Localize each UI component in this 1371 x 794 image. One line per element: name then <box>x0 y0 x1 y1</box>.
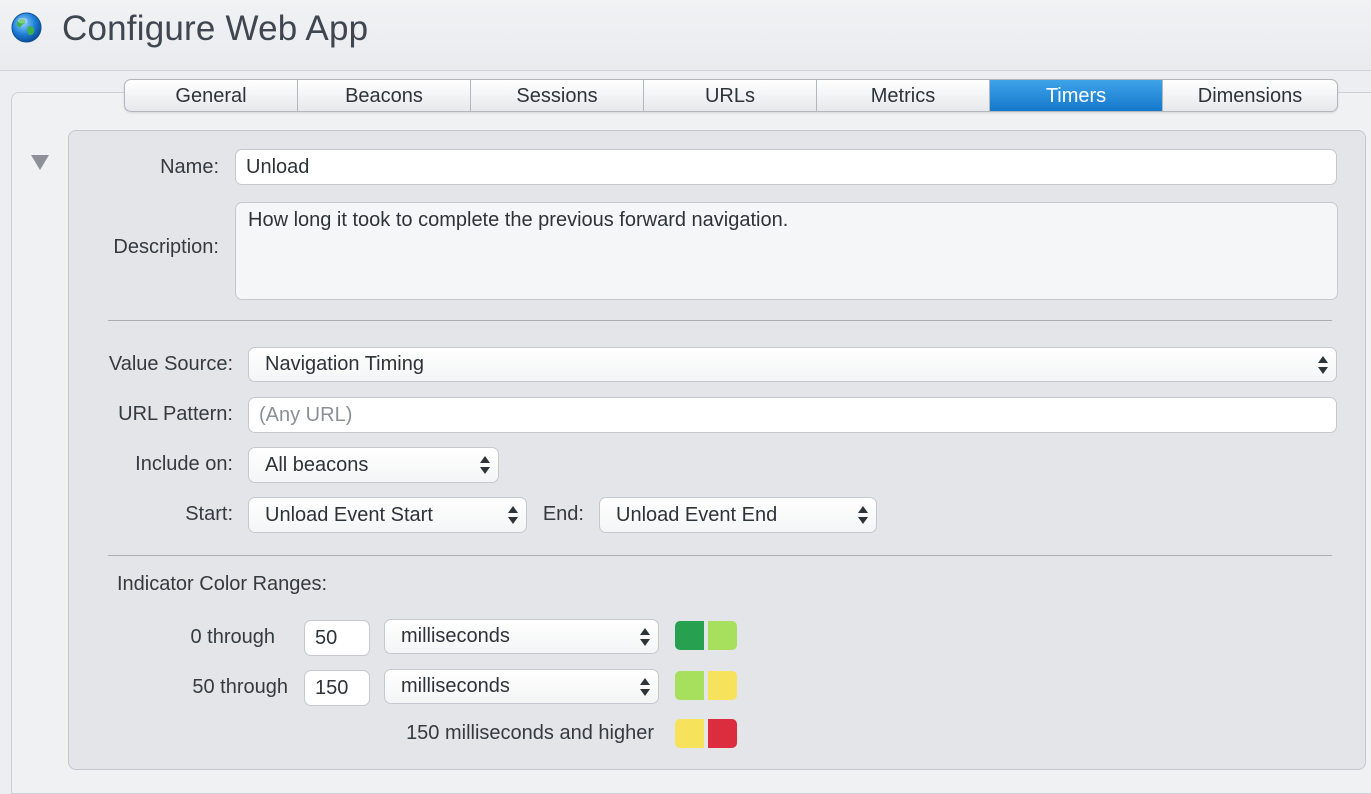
url-pattern-label: URL Pattern: <box>118 403 233 425</box>
range-2-color-low-swatch[interactable] <box>675 671 704 700</box>
start-value: Unload Event Start <box>265 504 433 526</box>
select-arrows-icon <box>508 505 518 525</box>
tab-sessions[interactable]: Sessions <box>471 80 644 111</box>
tab-general[interactable]: General <box>125 80 298 111</box>
range-1-value-input[interactable]: 50 <box>304 620 370 656</box>
title-bar: Configure Web App <box>0 0 1371 71</box>
page-title: Configure Web App <box>62 9 369 48</box>
tab-beacons[interactable]: Beacons <box>298 80 471 111</box>
end-value: Unload Event End <box>616 504 778 526</box>
value-source-select[interactable]: Navigation Timing <box>248 347 1337 382</box>
tab-urls[interactable]: URLs <box>644 80 817 111</box>
select-arrows-icon <box>640 627 650 647</box>
select-arrows-icon <box>858 505 868 525</box>
tab-dimensions[interactable]: Dimensions <box>1163 80 1337 111</box>
divider <box>108 555 1332 556</box>
tab-bar: General Beacons Sessions URLs Metrics Ti… <box>124 79 1338 112</box>
value-source-value: Navigation Timing <box>265 353 424 375</box>
tab-timers[interactable]: Timers <box>990 80 1163 111</box>
end-label: End: <box>542 503 584 525</box>
collapse-triangle-icon[interactable] <box>31 155 49 170</box>
range-1-prefix: 0 through <box>190 626 275 648</box>
globe-icon <box>11 12 42 43</box>
range-1-color-low-swatch[interactable] <box>675 621 704 650</box>
name-label: Name: <box>160 156 219 178</box>
include-on-value: All beacons <box>265 454 369 476</box>
range-1-color-high-swatch[interactable] <box>708 621 737 650</box>
tab-metrics[interactable]: Metrics <box>817 80 990 111</box>
description-label: Description: <box>113 236 219 258</box>
value-source-label: Value Source: <box>108 353 233 375</box>
range-2-unit-select[interactable]: milliseconds <box>384 669 659 704</box>
range-1-unit-select[interactable]: milliseconds <box>384 619 659 654</box>
include-on-label: Include on: <box>135 453 233 475</box>
final-range-color-low-swatch[interactable] <box>675 719 704 748</box>
name-input[interactable]: Unload <box>235 149 1337 185</box>
url-pattern-input[interactable]: (Any URL) <box>248 397 1337 433</box>
range-2-prefix: 50 through <box>192 676 288 698</box>
select-arrows-icon <box>640 677 650 697</box>
start-label: Start: <box>185 503 233 525</box>
include-on-select[interactable]: All beacons <box>248 447 499 483</box>
end-select[interactable]: Unload Event End <box>599 497 877 533</box>
range-2-color-high-swatch[interactable] <box>708 671 737 700</box>
select-arrows-icon <box>480 455 490 475</box>
select-arrows-icon <box>1318 355 1328 375</box>
start-select[interactable]: Unload Event Start <box>248 497 527 533</box>
final-range-color-high-swatch[interactable] <box>708 719 737 748</box>
final-range-text: 150 milliseconds and higher <box>406 722 654 744</box>
range-2-unit-value: milliseconds <box>401 675 510 697</box>
divider <box>108 320 1332 321</box>
range-1-unit-value: milliseconds <box>401 625 510 647</box>
description-textarea[interactable]: How long it took to complete the previou… <box>235 202 1338 300</box>
range-2-value-input[interactable]: 150 <box>304 670 370 706</box>
indicator-heading: Indicator Color Ranges: <box>117 573 328 595</box>
